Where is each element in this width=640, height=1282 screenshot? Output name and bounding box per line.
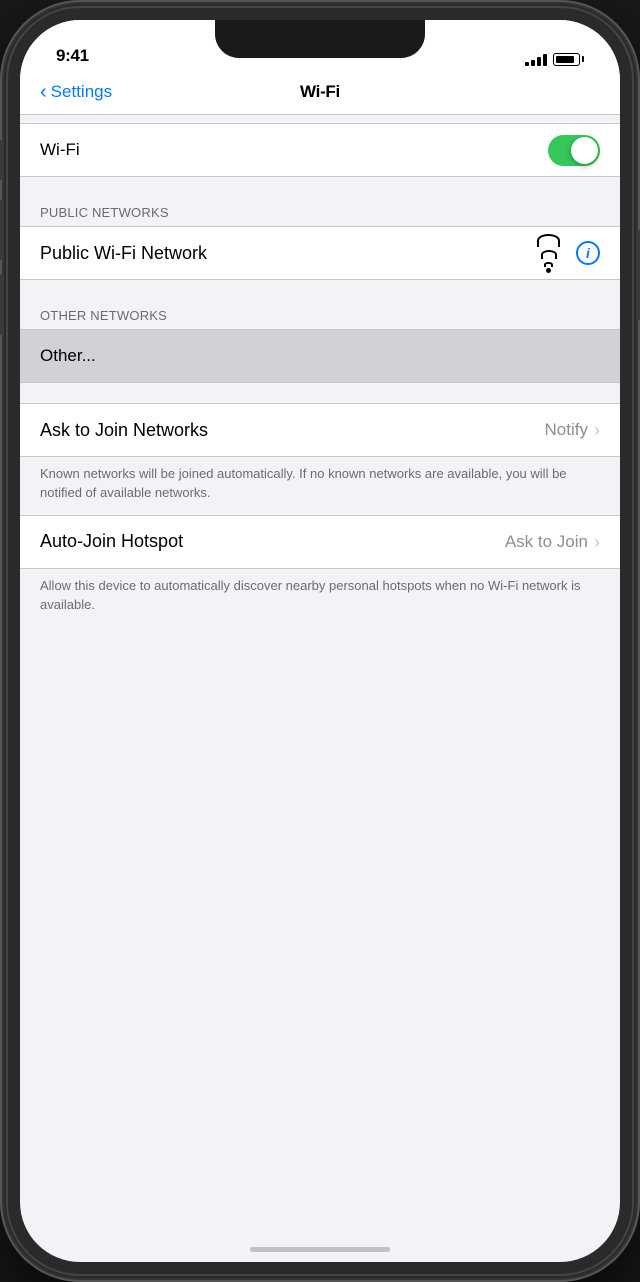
wifi-toggle-cell: Wi-Fi xyxy=(20,124,620,176)
content-area: Wi-Fi PUBLIC NETWORKS Public Wi-Fi Netwo… xyxy=(20,115,620,826)
signal-bar-2 xyxy=(531,60,535,66)
auto-join-chevron-icon: › xyxy=(594,533,600,551)
status-icons xyxy=(525,52,584,66)
power-button[interactable] xyxy=(636,230,640,320)
battery-tip xyxy=(582,56,584,62)
page-title: Wi-Fi xyxy=(300,82,340,102)
auto-join-group: Auto-Join Hotspot Ask to Join › xyxy=(20,515,620,569)
toggle-thumb xyxy=(571,137,598,164)
ask-to-join-label: Ask to Join Networks xyxy=(40,420,545,441)
wifi-arc-large xyxy=(537,234,560,247)
gap-4 xyxy=(20,383,620,403)
signal-bar-1 xyxy=(525,62,529,66)
gap-2 xyxy=(20,177,620,197)
other-networks-group: Other... xyxy=(20,329,620,383)
back-button[interactable]: ‹ Settings xyxy=(40,82,112,102)
public-networks-group: Public Wi-Fi Network i xyxy=(20,226,620,280)
ask-to-join-group: Ask to Join Networks Notify › xyxy=(20,403,620,457)
ask-to-join-chevron-icon: › xyxy=(594,421,600,439)
auto-join-value: Ask to Join xyxy=(505,532,588,552)
public-network-cell[interactable]: Public Wi-Fi Network i xyxy=(20,227,620,279)
back-label: Settings xyxy=(51,82,112,102)
bottom-spacer xyxy=(20,626,620,826)
ask-to-join-value: Notify xyxy=(545,420,588,440)
public-networks-header: PUBLIC NETWORKS xyxy=(20,197,620,226)
notch xyxy=(215,20,425,58)
volume-down-button[interactable] xyxy=(0,275,4,335)
gap-3 xyxy=(20,280,620,300)
wifi-label: Wi-Fi xyxy=(40,140,548,160)
signal-bar-3 xyxy=(537,57,541,66)
auto-join-label: Auto-Join Hotspot xyxy=(40,531,505,552)
wifi-arc-small xyxy=(544,262,553,267)
phone-frame: 9:41 ‹ Settings xyxy=(0,0,640,1282)
gap-1 xyxy=(20,115,620,123)
wifi-toggle[interactable] xyxy=(548,135,600,166)
wifi-arcs xyxy=(537,234,560,267)
battery-body xyxy=(553,53,580,66)
other-network-cell[interactable]: Other... xyxy=(20,330,620,382)
battery-icon xyxy=(553,53,584,66)
network-info-button[interactable]: i xyxy=(576,241,600,265)
ask-to-join-cell[interactable]: Ask to Join Networks Notify › xyxy=(20,404,620,456)
signal-icon xyxy=(525,52,547,66)
back-chevron-icon: ‹ xyxy=(40,82,47,102)
auto-join-description: Allow this device to automatically disco… xyxy=(20,569,620,627)
signal-bar-4 xyxy=(543,54,547,66)
wifi-dot xyxy=(546,268,551,273)
status-time: 9:41 xyxy=(56,46,89,66)
ask-to-join-description: Known networks will be joined automatica… xyxy=(20,457,620,515)
navigation-bar: ‹ Settings Wi-Fi xyxy=(20,74,620,115)
phone-screen: 9:41 ‹ Settings xyxy=(20,20,620,1262)
battery-fill xyxy=(556,56,574,63)
other-networks-header: OTHER NETWORKS xyxy=(20,300,620,329)
auto-join-cell[interactable]: Auto-Join Hotspot Ask to Join › xyxy=(20,516,620,568)
wifi-toggle-group: Wi-Fi xyxy=(20,123,620,177)
wifi-signal-icon xyxy=(537,234,560,273)
wifi-arc-medium xyxy=(541,250,557,259)
other-network-label: Other... xyxy=(40,346,600,366)
silent-switch[interactable] xyxy=(0,140,4,180)
volume-up-button[interactable] xyxy=(0,200,4,260)
home-indicator[interactable] xyxy=(250,1247,390,1252)
public-network-name: Public Wi-Fi Network xyxy=(40,243,537,264)
